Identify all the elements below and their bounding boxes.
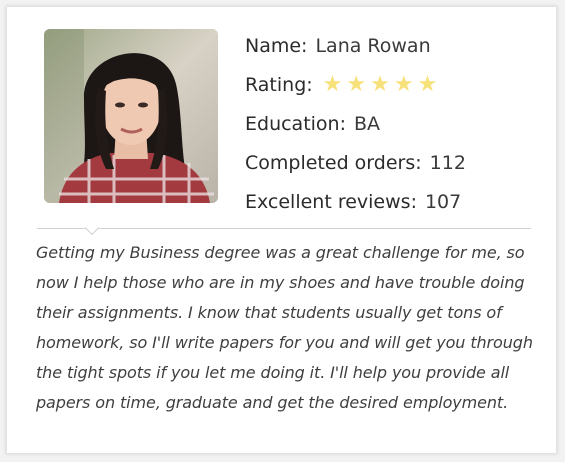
star-icon: ★ (323, 74, 343, 96)
completed-orders-label: Completed orders: (245, 152, 422, 174)
speech-pointer (85, 221, 99, 235)
star-icon: ★ (394, 74, 414, 96)
star-icon: ★ (418, 74, 438, 96)
education-label: Education: (245, 113, 346, 135)
rating-stars: ★ ★ ★ ★ ★ (323, 74, 438, 96)
excellent-reviews-value: 107 (425, 191, 461, 213)
name-value: Lana Rowan (315, 35, 430, 57)
orders-row: Completed orders: 112 (245, 143, 466, 182)
writer-profile-card: Name: Lana Rowan Rating: ★ ★ ★ ★ ★ Educa… (6, 6, 557, 454)
rating-row: Rating: ★ ★ ★ ★ ★ (245, 65, 466, 104)
name-label: Name: (245, 35, 307, 57)
writer-photo-image (44, 29, 218, 203)
star-icon: ★ (370, 74, 390, 96)
writer-bio: Getting my Business degree was a great c… (36, 238, 548, 418)
education-row: Education: BA (245, 104, 466, 143)
education-value: BA (354, 113, 380, 135)
writer-photo (44, 29, 218, 203)
writer-info: Name: Lana Rowan Rating: ★ ★ ★ ★ ★ Educa… (245, 26, 466, 221)
completed-orders-value: 112 (430, 152, 466, 174)
excellent-reviews-label: Excellent reviews: (245, 191, 417, 213)
rating-label: Rating: (245, 74, 313, 96)
name-row: Name: Lana Rowan (245, 26, 466, 65)
divider (37, 228, 531, 229)
reviews-row: Excellent reviews: 107 (245, 182, 466, 221)
star-icon: ★ (346, 74, 366, 96)
